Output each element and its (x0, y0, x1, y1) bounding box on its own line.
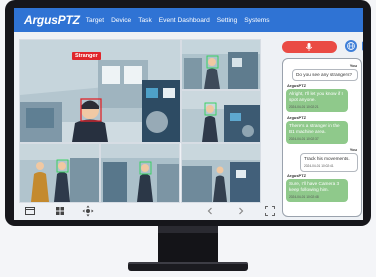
message-sender: You (349, 147, 357, 152)
message-text: There's a stranger in the B1 machine are… (289, 123, 340, 134)
camera-feed-2[interactable] (181, 39, 261, 90)
monitor-stand-neck (158, 226, 218, 262)
user-message: Track his movements. 2024-04-01 10:02:41 (300, 153, 358, 172)
message-sender: ArgusPTZ (287, 173, 307, 178)
globe-icon (347, 42, 355, 50)
message-text: Track his movements. (304, 156, 350, 161)
camera-feed-6-image (182, 144, 260, 202)
message-timestamp: 2024-04-01 10:02:48 (289, 195, 319, 199)
camera-feed-grid: Stranger (19, 39, 282, 203)
voice-input-button[interactable] (282, 41, 337, 53)
previous-icon[interactable] (204, 205, 216, 217)
chat-messages: You Do you see any strangers? ArgusPTZ A… (282, 58, 362, 217)
monitor-stand-base-highlight (128, 262, 248, 264)
user-message: Do you see any strangers? (292, 69, 358, 81)
message-timestamp: 2024-04-01 10:02:37 (289, 137, 319, 141)
nav-task[interactable]: Task (138, 17, 152, 24)
nav-target[interactable]: Target (86, 17, 104, 24)
camera-feed-2-image (182, 40, 260, 89)
app-screen: ArgusPTZ Target Device Task Event Dashbo… (14, 8, 363, 220)
message-sender: ArgusPTZ (287, 115, 307, 120)
message-timestamp: 2024-04-01 10:02:41 (304, 164, 334, 168)
top-nav-bar: ArgusPTZ Target Device Task Event Dashbo… (14, 8, 363, 32)
window-icon[interactable] (24, 205, 36, 217)
chat-panel: You Do you see any strangers? ArgusPTZ A… (280, 38, 363, 218)
nav-event-dashboard[interactable]: Event Dashboard (159, 17, 210, 24)
message-timestamp: 2024-04-01 10:02:21 (289, 105, 319, 109)
next-icon[interactable] (235, 205, 247, 217)
camera-feed-5-image (101, 144, 179, 202)
camera-feed-main[interactable]: Stranger (19, 39, 181, 143)
nav-systems[interactable]: Systems (244, 17, 269, 24)
microphone-icon (305, 43, 313, 51)
nav-device[interactable]: Device (111, 17, 131, 24)
monitor-stand-shadow (158, 226, 218, 233)
camera-feed-6[interactable] (181, 143, 261, 203)
fullscreen-icon[interactable] (264, 205, 276, 217)
message-text: Do you see any strangers? (296, 72, 353, 77)
video-toolbar (14, 203, 284, 220)
camera-feed-3[interactable] (181, 90, 261, 143)
camera-feed-5[interactable] (100, 143, 180, 203)
notepad-icon[interactable] (361, 40, 363, 52)
monitor-stand-base (128, 262, 248, 271)
camera-feed-3-image (182, 91, 260, 142)
grid-icon[interactable] (54, 205, 66, 217)
message-text: Alright, I'll let you know if I spot any… (289, 91, 343, 102)
app-logo: ArgusPTZ (24, 13, 80, 27)
nav-setting[interactable]: Setting (217, 17, 238, 24)
assistant-message: Sure, I'll have Camera 3 keep following … (286, 179, 348, 202)
message-sender: You (349, 63, 357, 68)
ptz-control-icon[interactable] (82, 205, 94, 217)
language-button[interactable] (345, 40, 357, 52)
assistant-message: There's a stranger in the B1 machine are… (286, 121, 348, 144)
message-text: Sure, I'll have Camera 3 keep following … (289, 181, 340, 192)
camera-feed-4[interactable] (19, 143, 100, 203)
camera-feed-4-image (20, 144, 99, 202)
stranger-detection-label: Stranger (72, 52, 101, 60)
assistant-message: Alright, I'll let you know if I spot any… (286, 89, 348, 112)
message-sender: ArgusPTZ (287, 83, 307, 88)
